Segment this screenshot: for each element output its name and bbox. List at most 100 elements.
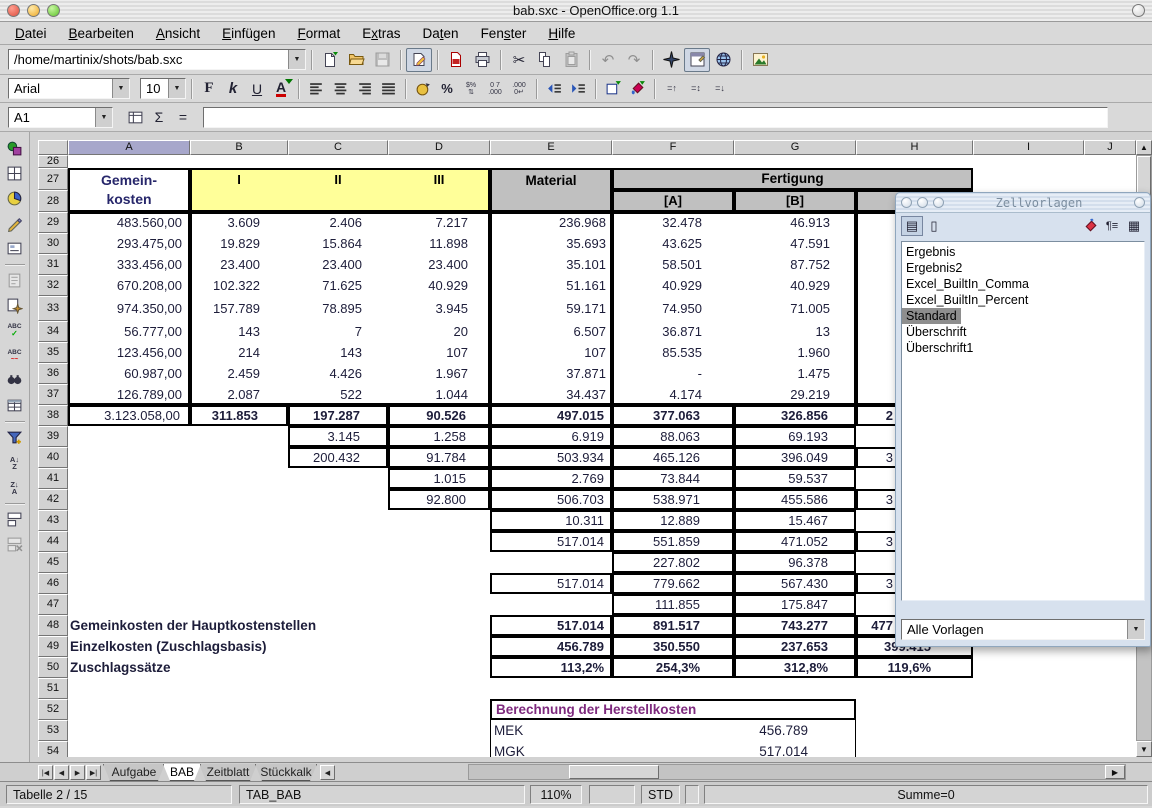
cell-F46[interactable]: 779.662 [612,573,734,594]
menu-format[interactable]: Format [286,24,351,43]
last-sheet-icon[interactable]: ▶| [86,765,101,780]
align-center-icon[interactable] [328,77,352,101]
cell-G41[interactable]: 59.537 [734,468,856,489]
cell-C34[interactable]: 7 [288,321,388,342]
cell-F32[interactable]: 40.929 [612,275,734,296]
italic-button[interactable]: k [221,77,245,101]
tab-stueckkalk[interactable]: Stückkalk [255,764,317,781]
previous-sheet-icon[interactable]: ◀ [54,765,69,780]
style-entry-excel_builtin_comma[interactable]: Excel_BuiltIn_Comma [902,276,1144,292]
cell-E46[interactable]: 517.014 [490,573,612,594]
cell-C39[interactable]: 3.145 [288,426,388,447]
row-header-46[interactable]: 46 [38,573,68,594]
sum-button[interactable]: Σ [147,105,171,129]
export-pdf-icon[interactable] [443,48,469,72]
panel-close-button[interactable] [901,197,912,208]
sum-display[interactable]: Summe=0 [704,785,1148,804]
group-icon[interactable] [2,507,28,532]
row-header-30[interactable]: 30 [38,233,68,254]
cell-A29[interactable]: 483.560,00 [68,212,190,233]
header-sub-b[interactable]: [B] [734,190,856,212]
row-header-51[interactable]: 51 [38,678,68,699]
tab-aufgabe[interactable]: Aufgabe [103,764,165,781]
align-top-icon[interactable]: =↑ [660,77,684,101]
cell-D33[interactable]: 3.945 [388,296,490,321]
cell-E30[interactable]: 35.693 [490,233,612,254]
url-dropdown-icon[interactable]: ▼ [288,50,305,69]
row-header-26[interactable]: 26 [38,155,68,168]
style-entry-standard[interactable]: Standard [902,308,961,324]
row-header-31[interactable]: 31 [38,254,68,275]
close-button[interactable] [7,4,20,17]
style-entry-excel_builtin_percent[interactable]: Excel_BuiltIn_Percent [902,292,1144,308]
row-header-35[interactable]: 35 [38,342,68,363]
align-bottom-icon[interactable]: =↓ [708,77,732,101]
cell-B30[interactable]: 19.829 [190,233,288,254]
summary-label-50[interactable]: Zuschlagssätze [70,657,490,678]
cell-F47[interactable]: 111.855 [612,594,734,615]
cell-A34[interactable]: 56.777,00 [68,321,190,342]
cell-D31[interactable]: 23.400 [388,254,490,275]
cell-B35[interactable]: 214 [190,342,288,363]
menu-daten[interactable]: Daten [412,24,470,43]
edit-file-icon[interactable] [406,48,432,72]
summary-label-49[interactable]: Einzelkosten (Zuschlagsbasis) [70,636,490,657]
decrease-indent-icon[interactable] [542,77,566,101]
header-fertigung[interactable]: Fertigung [612,168,973,190]
autofilter-icon[interactable] [2,425,28,450]
scroll-down-icon[interactable]: ▼ [1136,741,1152,757]
tab-zeitblatt[interactable]: Zeitblatt [199,764,257,781]
number-format-icon[interactable]: $%⇅ [459,77,483,101]
panel-menu-button[interactable] [1134,197,1145,208]
cell-E38[interactable]: 497.015 [490,405,612,426]
column-header-E[interactable]: E [490,140,612,155]
header-material[interactable]: Material [490,168,612,212]
row-header-33[interactable]: 33 [38,296,68,321]
navigator-small-icon[interactable] [2,293,28,318]
row-header-29[interactable]: 29 [38,212,68,233]
tab-bab[interactable]: BAB [163,764,201,781]
cell-F42[interactable]: 538.971 [612,489,734,510]
cell-G40[interactable]: 396.049 [734,447,856,468]
cell-D38[interactable]: 90.526 [388,405,490,426]
row-header-53[interactable]: 53 [38,720,68,741]
tab-scroll-left-icon[interactable]: ◀ [320,765,335,780]
cell-G50[interactable]: 312,8% [734,657,856,678]
menu-hilfe[interactable]: Hilfe [537,24,586,43]
cell-styles-icon[interactable]: ▤ [901,216,923,236]
row-header-45[interactable]: 45 [38,552,68,573]
cell-A38[interactable]: 3.123.058,00 [68,405,190,426]
row-header-47[interactable]: 47 [38,594,68,615]
print-icon[interactable] [469,48,495,72]
cell-C37[interactable]: 522 [288,384,388,405]
cell-G36[interactable]: 1.475 [734,363,856,384]
cell-G38[interactable]: 326.856 [734,405,856,426]
cell-D29[interactable]: 7.217 [388,212,490,233]
herstellkosten-value-MEK[interactable]: 456.789 [734,720,856,741]
row-header-54[interactable]: 54 [38,741,68,757]
cell-B38[interactable]: 311.853 [190,405,288,426]
menu-extras[interactable]: Extras [351,24,411,43]
cell-E44[interactable]: 517.014 [490,531,612,552]
scroll-up-icon[interactable]: ▲ [1136,140,1152,155]
cell-D34[interactable]: 20 [388,321,490,342]
column-header-G[interactable]: G [734,140,856,155]
cell-G30[interactable]: 47.591 [734,233,856,254]
header-gemeinkosten[interactable]: Gemein-kosten [68,168,190,212]
style-entry-überschrift[interactable]: Überschrift [902,324,1144,340]
cell-E42[interactable]: 506.703 [490,489,612,510]
cell-G42[interactable]: 455.586 [734,489,856,510]
cell-E37[interactable]: 34.437 [490,384,612,405]
cell-B33[interactable]: 157.789 [190,296,288,321]
insert-special-icon[interactable] [2,268,28,293]
cell-A32[interactable]: 670.208,00 [68,275,190,296]
insert-icon[interactable] [2,136,28,161]
style-entry-ergebnis[interactable]: Ergebnis [902,244,1144,260]
cell-C33[interactable]: 78.895 [288,296,388,321]
cell-E34[interactable]: 6.507 [490,321,612,342]
cell-C31[interactable]: 23.400 [288,254,388,275]
horizontal-scrollbar[interactable]: ▶ [468,764,1126,780]
cell-D30[interactable]: 11.898 [388,233,490,254]
data-sources-icon[interactable] [2,393,28,418]
gallery-icon[interactable] [747,48,773,72]
